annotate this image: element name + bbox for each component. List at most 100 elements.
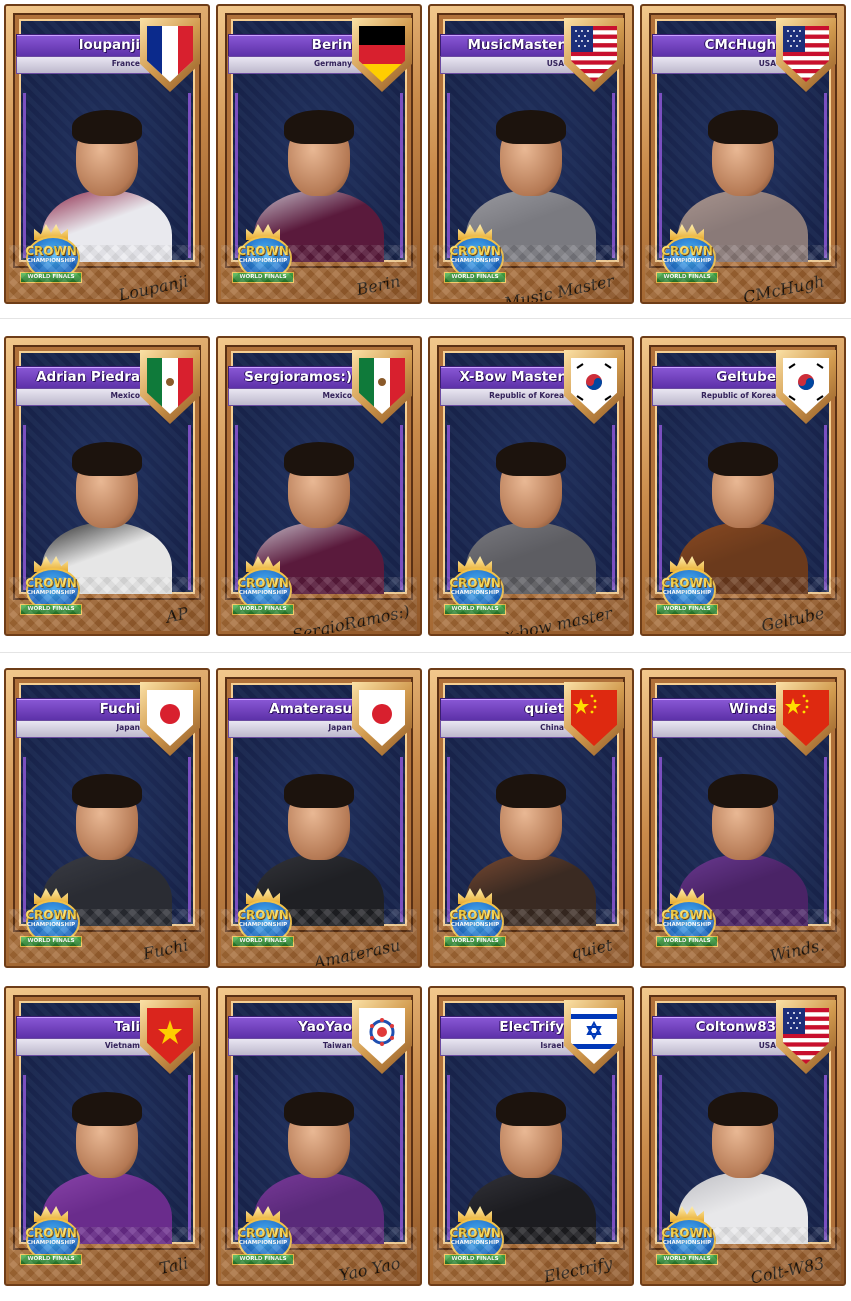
player-hair [496,774,566,808]
row-divider [0,318,851,319]
player-card[interactable]: YaoYao Taiwan CROWN CHAMPIONSHIP WORLD F… [216,986,422,1286]
crown-championship-logo: CROWN CHAMPIONSHIP WORLD FINALS [20,224,82,290]
player-card[interactable]: loupanji France CROWN CHAMPIONSHIP WORLD… [4,4,210,304]
crown-championship-logo: CROWN CHAMPIONSHIP WORLD FINALS [444,888,506,954]
player-card[interactable]: quiet China CROWN CHAMPIONSHIP WORLD FIN… [428,668,634,968]
player-card[interactable]: Tali Vietnam CROWN CHAMPIONSHIP WORLD FI… [4,986,210,1286]
player-name: X-Bow Master [459,369,565,385]
player-signature: SergioRamos:) [290,601,412,636]
crown-championship-logo: CROWN CHAMPIONSHIP WORLD FINALS [20,888,82,954]
logo-world-finals-ribbon: WORLD FINALS [656,936,718,947]
player-card[interactable]: Berin Germany CROWN CHAMPIONSHIP WORLD F… [216,4,422,304]
player-card[interactable]: X-Bow Master Republic of Korea CROWN CHA… [428,336,634,636]
logo-championship-text: CHAMPIONSHIP [450,258,500,264]
crown-championship-logo: CROWN CHAMPIONSHIP WORLD FINALS [20,1206,82,1272]
korea-flag-icon [571,358,617,414]
china-flag-icon [571,690,617,746]
logo-crown-text: CROWN [237,576,289,590]
player-hair [284,110,354,144]
player-card[interactable]: Amaterasu Japan CROWN CHAMPIONSHIP WORLD… [216,668,422,968]
china-flag-icon [783,690,829,746]
player-card[interactable]: Adrian Piedra Mexico CROWN CHAMPIONSHIP … [4,336,210,636]
player-name: Fuchi [99,701,140,717]
mexico-flag-icon [359,358,405,414]
player-name: Tali [114,1019,140,1035]
logo-crown-text: CROWN [661,576,713,590]
player-country: Vietnam [104,1041,140,1050]
player-name: Sergioramos:) [244,369,352,385]
logo-crown-text: CROWN [661,1226,713,1240]
player-signature: Geltube [759,603,826,636]
player-card[interactable]: Sergioramos:) Mexico CROWN CHAMPIONSHIP … [216,336,422,636]
crown-championship-logo: CROWN CHAMPIONSHIP WORLD FINALS [232,556,294,622]
player-card[interactable]: ElecTrify Israel CROWN CHAMPIONSHIP WORL… [428,986,634,1286]
logo-world-finals-ribbon: WORLD FINALS [20,936,82,947]
germany-flag-icon [359,26,405,82]
player-signature: quiet [569,935,614,963]
player-name: Winds [729,701,776,717]
logo-championship-text: CHAMPIONSHIP [238,922,288,928]
player-country: China [752,723,776,732]
player-country: Japan [116,723,140,732]
player-signature: Music Master [502,271,616,304]
player-hair [284,774,354,808]
player-name: Adrian Piedra [36,369,140,385]
player-country: France [111,59,140,68]
player-country: USA [546,59,564,68]
logo-world-finals-ribbon: WORLD FINALS [656,272,718,283]
player-country: Mexico [322,391,352,400]
player-signature: AP [164,603,190,627]
logo-world-finals-ribbon: WORLD FINALS [232,1254,294,1265]
player-card[interactable]: CMcHugh USA CROWN CHAMPIONSHIP WORLD FIN… [640,4,846,304]
player-name: Berin [311,37,352,53]
logo-world-finals-ribbon: WORLD FINALS [444,272,506,283]
mexico-flag-icon [147,358,193,414]
logo-crown-text: CROWN [237,908,289,922]
player-country: China [540,723,564,732]
japan-flag-icon [147,690,193,746]
logo-world-finals-ribbon: WORLD FINALS [656,604,718,615]
player-hair [284,442,354,476]
usa-flag-icon [783,26,829,82]
player-card[interactable]: Winds China CROWN CHAMPIONSHIP WORLD FIN… [640,668,846,968]
player-hair [708,774,778,808]
israel-flag-icon [571,1008,617,1064]
player-hair [708,110,778,144]
crown-championship-logo: CROWN CHAMPIONSHIP WORLD FINALS [444,556,506,622]
player-name: MusicMaster [467,37,564,53]
logo-world-finals-ribbon: WORLD FINALS [20,1254,82,1265]
logo-world-finals-ribbon: WORLD FINALS [20,604,82,615]
player-name: Amaterasu [269,701,352,717]
logo-world-finals-ribbon: WORLD FINALS [656,1254,718,1265]
taiwan-flag-icon [359,1008,405,1064]
player-name: YaoYao [298,1019,352,1035]
player-hair [496,110,566,144]
player-card[interactable]: Coltonw83 USA CROWN CHAMPIONSHIP WORLD F… [640,986,846,1286]
logo-world-finals-ribbon: WORLD FINALS [444,936,506,947]
logo-championship-text: CHAMPIONSHIP [26,1240,76,1246]
crown-championship-logo: CROWN CHAMPIONSHIP WORLD FINALS [656,1206,718,1272]
player-country: USA [758,1041,776,1050]
player-country: Germany [313,59,352,68]
logo-world-finals-ribbon: WORLD FINALS [232,272,294,283]
logo-crown-text: CROWN [449,576,501,590]
player-card[interactable]: Fuchi Japan CROWN CHAMPIONSHIP WORLD FIN… [4,668,210,968]
logo-championship-text: CHAMPIONSHIP [26,258,76,264]
player-signature: Electrify [542,1253,614,1286]
player-card[interactable]: MusicMaster USA CROWN CHAMPIONSHIP WORLD… [428,4,634,304]
player-card[interactable]: Geltube Republic of Korea CROWN CHAMPION… [640,336,846,636]
logo-crown-text: CROWN [237,244,289,258]
player-signature: Loupanji [116,271,190,304]
logo-crown-text: CROWN [661,908,713,922]
player-name: ElecTrify [499,1019,564,1035]
player-country: USA [758,59,776,68]
crown-championship-logo: CROWN CHAMPIONSHIP WORLD FINALS [232,888,294,954]
player-hair [72,1092,142,1126]
crown-championship-logo: CROWN CHAMPIONSHIP WORLD FINALS [232,224,294,290]
logo-world-finals-ribbon: WORLD FINALS [232,936,294,947]
player-signature: Yao Yao [337,1253,402,1285]
player-hair [72,442,142,476]
player-signature: Berin [354,271,402,300]
logo-championship-text: CHAMPIONSHIP [450,1240,500,1246]
player-signature: Amaterasu [312,935,402,968]
